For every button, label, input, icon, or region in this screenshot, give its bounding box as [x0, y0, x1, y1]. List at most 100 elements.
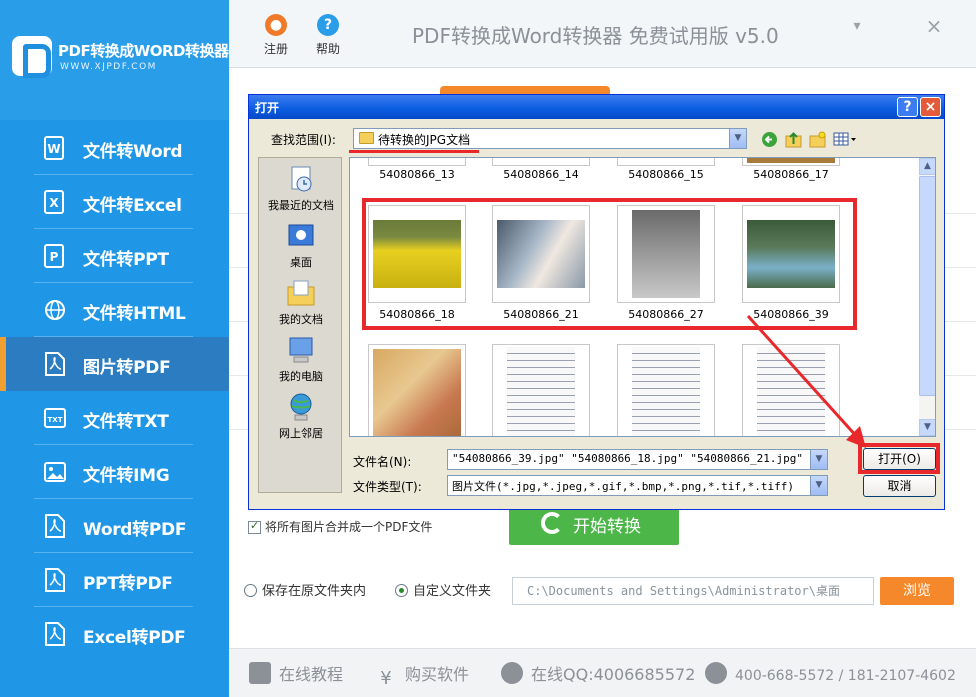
dialog-titlebar[interactable]: 打开 ? × — [249, 95, 944, 119]
output-path-input[interactable]: C:\Documents and Settings\Administrator\… — [512, 577, 874, 605]
yen-icon: ¥ — [380, 668, 392, 689]
qq-icon — [501, 662, 523, 684]
svg-text:TXT: TXT — [48, 416, 63, 424]
refresh-icon — [541, 512, 563, 534]
qq-link[interactable]: 在线QQ:4006685572 — [501, 661, 695, 685]
merge-checkbox[interactable] — [248, 519, 261, 534]
sidebar-item-label: 图片转PDF — [83, 358, 171, 378]
buy-label: 购买软件 — [405, 665, 470, 684]
buy-link[interactable]: ¥ 购买软件 — [375, 661, 469, 691]
cancel-button[interactable]: 取消 — [863, 475, 936, 497]
browse-button[interactable]: 浏览 — [880, 577, 954, 605]
sidebar-item-file-to-word[interactable]: W 文件转Word — [0, 121, 229, 175]
look-in-dropdown[interactable]: 待转换的JPG文档 ▼ — [353, 128, 747, 149]
sidebar-item-label: 文件转Word — [83, 142, 183, 162]
file-thumbnail[interactable] — [617, 158, 715, 166]
filetype-dropdown[interactable]: 图片文件(*.jpg,*.jpeg,*.gif,*.bmp,*.png,*.ti… — [447, 475, 828, 496]
new-folder-icon[interactable] — [809, 131, 826, 148]
custom-folder-label: 自定义文件夹 — [413, 584, 492, 599]
scroll-down-button[interactable]: ▼ — [919, 419, 935, 436]
place-label: 我的文档 — [279, 313, 323, 326]
my-documents-icon — [287, 280, 315, 306]
sidebar-item-file-to-html[interactable]: 文件转HTML — [0, 283, 229, 337]
scrollbar-thumb[interactable] — [919, 176, 935, 396]
file-thumbnail[interactable] — [492, 158, 590, 166]
annotation-open-box — [858, 443, 940, 474]
scroll-up-button[interactable]: ▲ — [919, 158, 935, 175]
open-file-dialog: 打开 ? × 查找范围(I): 待转换的JPG文档 ▼ 我最近的文档 桌面 我的… — [248, 94, 945, 510]
pdf-icon — [45, 352, 65, 376]
file-thumbnail[interactable] — [492, 344, 590, 436]
chevron-down-icon[interactable]: ▼ — [810, 450, 827, 469]
view-menu-icon[interactable] — [833, 131, 857, 148]
dialog-help-button[interactable]: ? — [897, 97, 918, 117]
minimize-button[interactable]: ▾ — [848, 18, 866, 34]
register-button[interactable]: ● 注册 — [256, 14, 296, 57]
merge-label: 将所有图片合并成一个PDF文件 — [265, 520, 433, 534]
sidebar-item-ppt-to-pdf[interactable]: PPT转PDF — [0, 553, 229, 607]
filename-input[interactable]: "54080866_39.jpg" "54080866_18.jpg" "540… — [447, 449, 828, 470]
app-logo-icon — [12, 36, 52, 78]
qq-label: 在线QQ:4006685572 — [531, 665, 696, 684]
ppt-icon: P — [44, 244, 64, 268]
pdf-icon — [45, 622, 65, 646]
place-network[interactable]: 网上邻居 — [259, 392, 343, 441]
look-in-value: 待转换的JPG文档 — [378, 133, 471, 147]
image-icon — [44, 462, 66, 482]
sidebar-item-image-to-pdf[interactable]: 图片转PDF — [0, 337, 229, 391]
up-folder-icon[interactable] — [785, 131, 802, 148]
sidebar-item-label: 文件转Excel — [83, 196, 182, 216]
file-thumbnail[interactable] — [368, 344, 466, 436]
save-original-radio[interactable] — [244, 584, 257, 597]
look-in-label: 查找范围(I): — [271, 133, 336, 147]
sidebar-item-label: 文件转IMG — [83, 466, 170, 486]
tutorial-link[interactable]: 在线教程 — [249, 661, 343, 685]
place-recent[interactable]: 我最近的文档 — [259, 164, 343, 213]
sidebar-item-file-to-ppt[interactable]: P 文件转PPT — [0, 229, 229, 283]
dialog-close-button[interactable]: × — [920, 97, 941, 117]
sidebar-item-excel-to-pdf[interactable]: Excel转PDF — [0, 607, 229, 661]
place-my-computer[interactable]: 我的电脑 — [259, 335, 343, 384]
file-thumbnail[interactable] — [742, 158, 840, 166]
close-window-button[interactable]: × — [924, 16, 944, 36]
logo-title: PDF转换成WORD转换器 — [58, 42, 229, 60]
file-thumbnail[interactable] — [742, 344, 840, 436]
place-desktop[interactable]: 桌面 — [259, 221, 343, 270]
file-name: 54080866_17 — [753, 168, 829, 181]
file-list-scrollbar[interactable]: ▲ ▼ — [919, 158, 935, 436]
custom-folder-radio[interactable] — [395, 584, 408, 597]
logo-area: PDF转换成WORD转换器 WWW.XJPDF.COM — [0, 0, 229, 120]
back-icon[interactable] — [761, 131, 778, 148]
my-computer-icon — [289, 337, 313, 363]
sidebar-item-label: 文件转PPT — [83, 250, 169, 270]
chevron-down-icon[interactable]: ▼ — [729, 129, 746, 148]
help-button[interactable]: ? 帮助 — [308, 14, 348, 57]
save-original-option[interactable]: 保存在原文件夹内 — [244, 580, 366, 599]
start-label: 开始转换 — [573, 517, 641, 537]
custom-folder-option[interactable]: 自定义文件夹 — [395, 580, 491, 599]
sidebar-item-file-to-img[interactable]: 文件转IMG — [0, 445, 229, 499]
phone-label: 400-668-5572 / 181-2107-4602 — [735, 668, 956, 684]
svg-text:P: P — [50, 250, 59, 264]
document-icon — [249, 662, 271, 684]
place-my-documents[interactable]: 我的文档 — [259, 278, 343, 327]
sidebar-item-file-to-excel[interactable]: X 文件转Excel — [0, 175, 229, 229]
place-label: 网上邻居 — [279, 427, 323, 440]
tutorial-label: 在线教程 — [279, 665, 344, 684]
file-thumbnail[interactable] — [368, 158, 466, 166]
sidebar-item-word-to-pdf[interactable]: Word转PDF — [0, 499, 229, 553]
help-label: 帮助 — [315, 42, 340, 56]
footer: 在线教程 ¥ 购买软件 在线QQ:4006685572 400-668-5572 … — [229, 648, 976, 697]
word-icon: W — [44, 136, 64, 160]
logo-url: WWW.XJPDF.COM — [60, 62, 157, 72]
file-thumbnail[interactable] — [617, 344, 715, 436]
txt-icon: TXT — [44, 408, 66, 428]
sidebar-item-file-to-txt[interactable]: TXT 文件转TXT — [0, 391, 229, 445]
file-name: 54080866_13 — [379, 168, 455, 181]
svg-text:W: W — [47, 142, 60, 156]
question-icon: ? — [317, 14, 339, 36]
merge-option[interactable]: 将所有图片合并成一个PDF文件 — [248, 518, 432, 534]
chevron-down-icon[interactable]: ▼ — [810, 476, 827, 495]
place-label: 桌面 — [290, 256, 312, 269]
excel-icon: X — [44, 190, 64, 214]
